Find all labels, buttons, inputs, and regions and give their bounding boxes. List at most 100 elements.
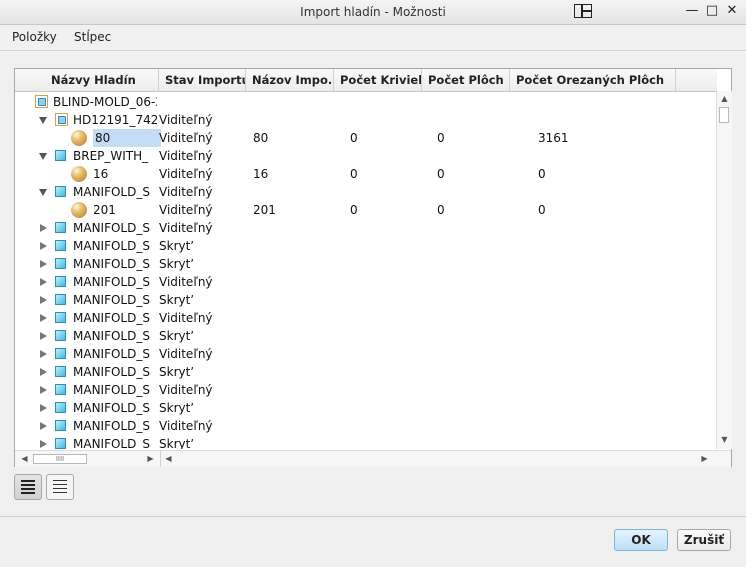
table-row[interactable]: MANIFOLD_S Skrytʼ [15, 363, 715, 381]
column-header-import-name[interactable]: Názov Impo... [246, 69, 334, 91]
expand-right-icon[interactable] [40, 440, 47, 448]
layer-name[interactable]: MANIFOLD_S [73, 327, 157, 345]
menu-bar: Položky Stĺpec [0, 25, 746, 49]
maximize-button[interactable]: □ [704, 3, 720, 19]
cube-icon [55, 186, 66, 197]
expand-right-icon[interactable] [40, 422, 47, 430]
layer-name[interactable]: BLIND-MOLD_06-26- [53, 93, 157, 111]
layer-name[interactable]: MANIFOLD_S [73, 399, 157, 417]
expand-right-icon[interactable] [40, 350, 47, 358]
layer-name[interactable]: MANIFOLD_S [73, 183, 157, 201]
scroll-left-icon[interactable]: ◀ [17, 454, 32, 463]
cube-icon [55, 420, 66, 431]
table-row[interactable]: MANIFOLD_S Viditeľný [15, 381, 715, 399]
layer-name[interactable]: MANIFOLD_S [73, 273, 157, 291]
expand-right-icon[interactable] [40, 386, 47, 394]
minimize-button[interactable]: — [684, 3, 700, 19]
expand-right-icon[interactable] [40, 314, 47, 322]
compact-view-button[interactable] [46, 474, 74, 500]
expand-right-icon[interactable] [40, 278, 47, 286]
cell-status: Viditeľný [159, 113, 213, 127]
vertical-scrollbar[interactable]: ▲ ▼ [716, 91, 732, 449]
scroll-down-icon[interactable]: ▼ [717, 435, 732, 444]
ok-button[interactable]: OK [614, 529, 668, 551]
layer-name[interactable]: MANIFOLD_S [73, 237, 157, 255]
expand-down-icon[interactable] [39, 117, 47, 124]
table-row[interactable]: MANIFOLD_S Viditeľný [15, 219, 715, 237]
table-row[interactable]: BLIND-MOLD_06-26- [15, 93, 715, 111]
horizontal-scrollbar[interactable]: ◀ IIII ▶ ◀ ▶ [15, 450, 731, 467]
layer-name[interactable]: MANIFOLD_S [73, 309, 157, 327]
expand-right-icon[interactable] [40, 404, 47, 412]
scroll-up-icon[interactable]: ▲ [717, 94, 732, 103]
table-row[interactable]: MANIFOLD_S Viditeľný [15, 273, 715, 291]
table-row[interactable]: MANIFOLD_S Skrytʼ [15, 399, 715, 417]
column-header-import-status[interactable]: Stav Importu [159, 69, 246, 91]
cancel-button[interactable]: Zrušiť [677, 529, 731, 551]
vertical-scroll-thumb[interactable] [719, 107, 729, 123]
close-button[interactable]: ✕ [724, 3, 740, 19]
layer-name[interactable]: MANIFOLD_S [73, 291, 157, 309]
layer-name[interactable]: 80 [93, 129, 161, 147]
layer-name[interactable]: MANIFOLD_S [73, 381, 157, 399]
expand-right-icon[interactable] [40, 224, 47, 232]
layer-name[interactable]: MANIFOLD_S [73, 345, 157, 363]
layer-name[interactable]: MANIFOLD_S [73, 435, 157, 449]
layer-name[interactable]: MANIFOLD_S [73, 363, 157, 381]
table-row[interactable]: 80 Viditeľný 80 0 0 3161 [15, 129, 715, 147]
layer-name[interactable]: MANIFOLD_S [73, 255, 157, 273]
column-header-surface-count[interactable]: Počet Plôch [422, 69, 510, 91]
scroll-right-icon-secondary[interactable]: ▶ [697, 454, 712, 463]
column-header-trimmed-surface-count[interactable]: Počet Orezaných Plôch [510, 69, 676, 91]
cell-status: Skrytʼ [159, 257, 195, 271]
expand-right-icon[interactable] [40, 332, 47, 340]
cell-import-name: 201 [253, 203, 276, 217]
cell-status: Skrytʼ [159, 365, 195, 379]
scroll-left-icon-secondary[interactable]: ◀ [161, 454, 176, 463]
cell-status: Viditeľný [159, 311, 213, 325]
part-icon [55, 113, 68, 126]
expand-right-icon[interactable] [40, 296, 47, 304]
menu-column[interactable]: Stĺpec [74, 30, 111, 44]
table-row[interactable]: 16 Viditeľný 16 0 0 0 [15, 165, 715, 183]
cell-status: Viditeľný [159, 131, 213, 145]
layer-ball-icon [71, 130, 87, 146]
table-row[interactable]: MANIFOLD_S Skrytʼ [15, 327, 715, 345]
table-row[interactable]: 201 Viditeľný 201 0 0 0 [15, 201, 715, 219]
menu-items[interactable]: Položky [12, 30, 57, 44]
layout-toggle-icon[interactable] [574, 4, 592, 18]
expand-right-icon[interactable] [40, 242, 47, 250]
layer-name[interactable]: 201 [93, 201, 157, 219]
layer-ball-icon [71, 166, 87, 182]
table-row[interactable]: MANIFOLD_S Skrytʼ [15, 291, 715, 309]
table-row[interactable]: MANIFOLD_S Skrytʼ [15, 255, 715, 273]
layer-name[interactable]: BREP_WITH_ [73, 147, 157, 165]
layer-name[interactable]: MANIFOLD_S [73, 417, 157, 435]
layer-name[interactable]: 16 [93, 165, 157, 183]
expand-down-icon[interactable] [39, 189, 47, 196]
part-icon [35, 95, 48, 108]
column-header-curve-count[interactable]: Počet Kriviek [334, 69, 422, 91]
expand-down-icon[interactable] [39, 153, 47, 160]
column-header-layer-names[interactable]: Názvy Hladín [15, 69, 159, 91]
table-row[interactable]: MANIFOLD_S Viditeľný [15, 183, 715, 201]
table-row[interactable]: MANIFOLD_S Skrytʼ [15, 237, 715, 255]
cell-status: Viditeľný [159, 149, 213, 163]
scroll-right-icon[interactable]: ▶ [143, 454, 158, 463]
table-row[interactable]: MANIFOLD_S Viditeľný [15, 417, 715, 435]
layer-name[interactable]: MANIFOLD_S [73, 219, 157, 237]
expand-right-icon[interactable] [40, 260, 47, 268]
expand-right-icon[interactable] [40, 368, 47, 376]
cube-icon [55, 150, 66, 161]
table-row[interactable]: MANIFOLD_S Viditeľný [15, 309, 715, 327]
layer-name[interactable]: HD12191_7421_ [73, 111, 157, 129]
table-row[interactable]: BREP_WITH_ Viditeľný [15, 147, 715, 165]
detailed-view-button[interactable] [14, 474, 42, 500]
table-row[interactable]: HD12191_7421_Viditeľný [15, 111, 715, 129]
cube-icon [55, 240, 66, 251]
table-row[interactable]: MANIFOLD_S Skrytʼ [15, 435, 715, 449]
horizontal-scroll-thumb[interactable]: IIII [33, 454, 87, 464]
table-row[interactable]: MANIFOLD_S Viditeľný [15, 345, 715, 363]
cell-status: Viditeľný [159, 221, 213, 235]
cell-surfaces: 0 [437, 131, 445, 145]
